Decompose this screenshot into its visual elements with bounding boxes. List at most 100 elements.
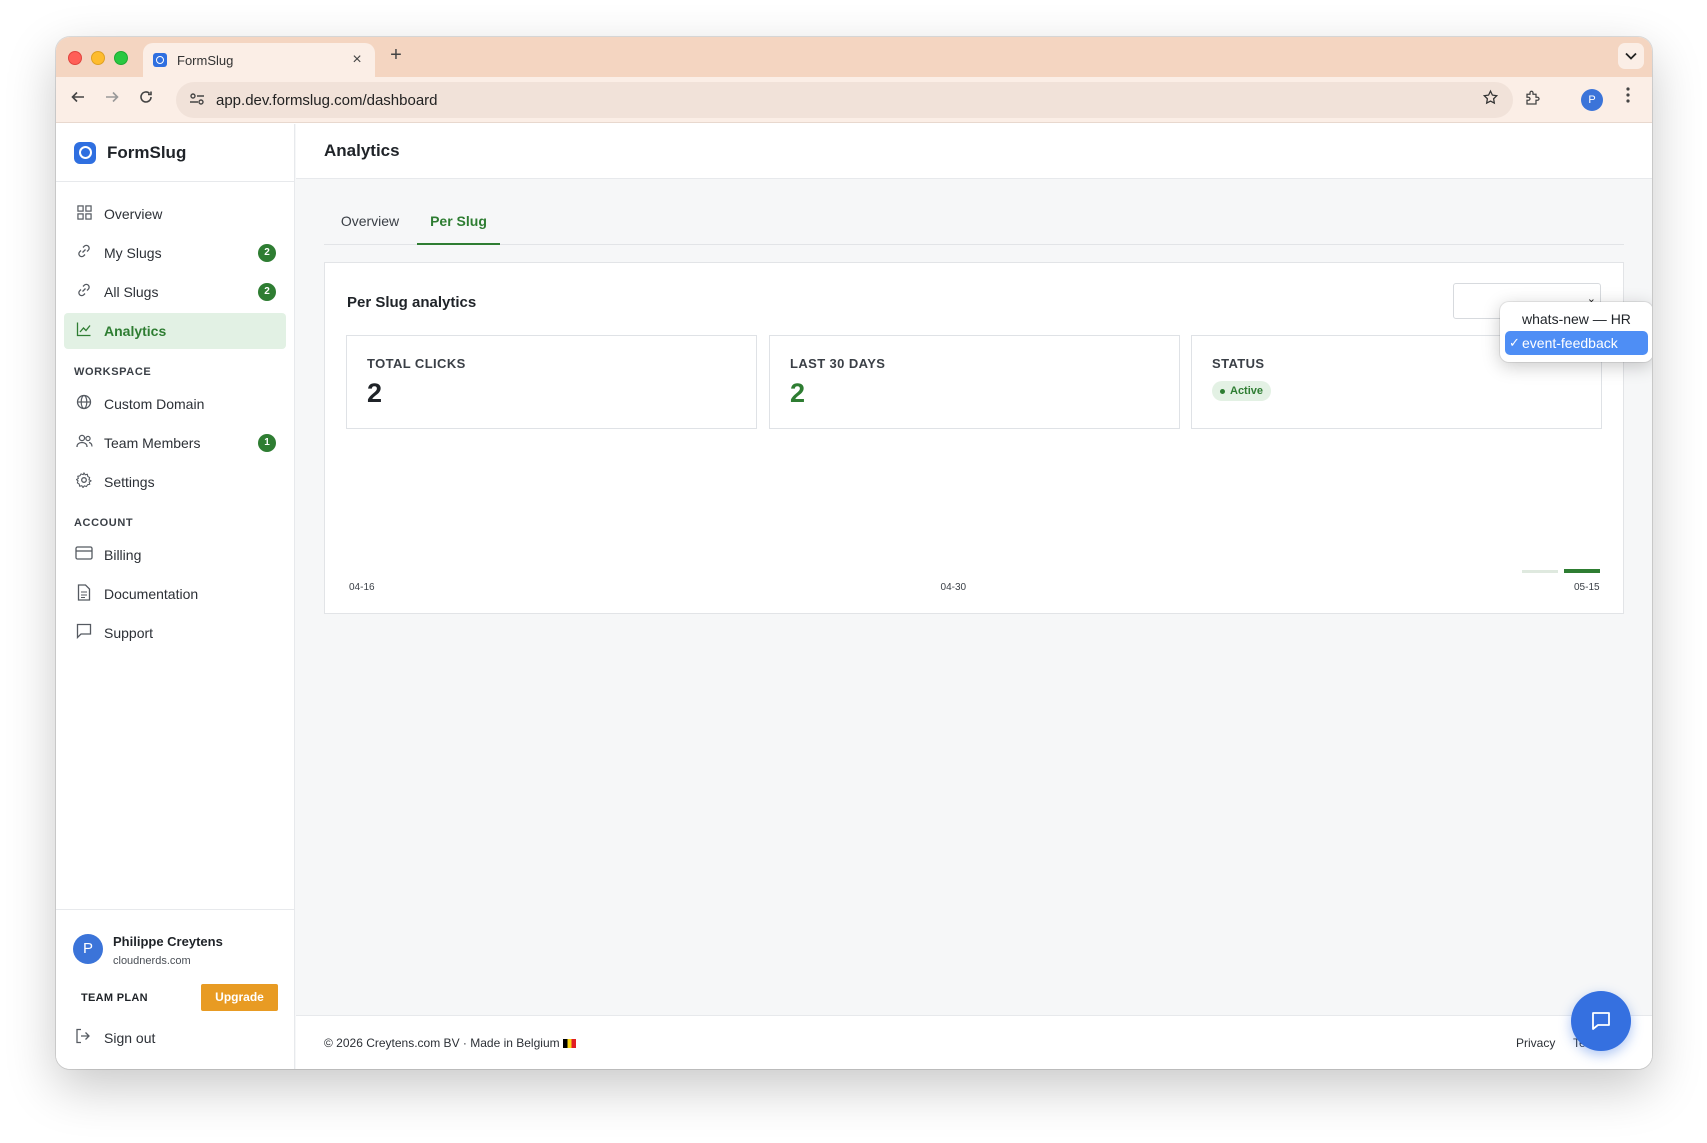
site-settings-icon[interactable] [188, 92, 206, 109]
main-header: Analytics [296, 124, 1652, 179]
analytics-tabs: Overview Per Slug [324, 204, 1624, 245]
total-clicks-card: TOTAL CLICKS 2 [346, 335, 757, 429]
gear-icon [75, 471, 93, 492]
stat-label: TOTAL CLICKS [367, 356, 466, 371]
avatar[interactable]: P [73, 934, 103, 964]
arrow-right-icon [106, 91, 119, 103]
sidebar-item-label: Documentation [104, 586, 199, 602]
back-button[interactable] [66, 88, 90, 112]
x-tick-label: 04-30 [940, 582, 967, 593]
sidebar-item-team-members[interactable]: Team Members 1 [64, 425, 286, 461]
last-30-days-card: LAST 30 DAYS 2 [769, 335, 1180, 429]
browser-menu-icon[interactable] [1626, 87, 1630, 108]
browser-tab[interactable]: FormSlug × [143, 43, 375, 77]
sidebar-item-overview[interactable]: Overview [64, 196, 286, 232]
maximize-window-button[interactable] [114, 51, 128, 65]
sidebar-item-settings[interactable]: Settings [64, 464, 286, 500]
copyright: © 2026 Creytens.com BV · Made in Belgium [324, 1036, 576, 1050]
count-badge: 2 [258, 283, 276, 301]
sidebar-item-label: Custom Domain [104, 396, 205, 412]
workspace-section-label: WORKSPACE [74, 366, 152, 378]
sign-out-icon [75, 1028, 93, 1047]
address-bar[interactable]: app.dev.formslug.com/dashboard [176, 82, 1513, 118]
dropdown-option-selected[interactable]: ✓ event-feedback [1505, 331, 1648, 355]
main-nav: Overview My Slugs 2 All Slugs 2 Analytic… [56, 182, 294, 651]
total-clicks-value: 2 [367, 378, 383, 408]
users-icon [75, 433, 93, 453]
clicks-chart: 04-16 04-30 05-15 [347, 445, 1602, 605]
sidebar-item-label: Support [104, 625, 154, 641]
last-30-days-value: 2 [790, 378, 806, 408]
grid-icon [75, 204, 93, 224]
stat-label: LAST 30 DAYS [790, 356, 886, 371]
brand[interactable]: FormSlug [56, 124, 294, 182]
sidebar-item-label: Team Members [104, 435, 201, 451]
app: FormSlug Overview My Slugs 2 All Slugs 2… [56, 124, 1652, 1069]
sidebar-item-all-slugs[interactable]: All Slugs 2 [64, 274, 286, 310]
account-section-label: ACCOUNT [74, 517, 134, 529]
close-window-button[interactable] [68, 51, 82, 65]
page-footer: © 2026 Creytens.com BV · Made in Belgium… [296, 1015, 1652, 1069]
chart-icon [75, 321, 93, 341]
sidebar-item-my-slugs[interactable]: My Slugs 2 [64, 235, 286, 271]
browser-profile-avatar[interactable]: P [1581, 89, 1603, 111]
card-title: Per Slug analytics [347, 294, 477, 311]
arrow-left-icon [71, 91, 84, 103]
browser-toolbar: app.dev.formslug.com/dashboard P [56, 77, 1652, 123]
stat-label: STATUS [1212, 356, 1265, 371]
status-badge: Active [1212, 381, 1272, 401]
plan-label: TEAM PLAN [81, 992, 148, 1004]
slug-dropdown-menu: whats-new — HR ✓ event-feedback [1500, 302, 1652, 362]
sidebar-item-analytics[interactable]: Analytics [64, 313, 286, 349]
chat-widget-button[interactable] [1571, 991, 1631, 1051]
count-badge: 2 [258, 244, 276, 262]
tab-strip: FormSlug × + [56, 37, 1652, 77]
count-badge: 1 [258, 434, 276, 452]
reload-button[interactable] [134, 88, 158, 112]
upgrade-button[interactable]: Upgrade [201, 984, 278, 1011]
tab-per-slug[interactable]: Per Slug [417, 204, 500, 245]
sign-out-button[interactable]: Sign out [75, 1028, 155, 1047]
sidebar-item-billing[interactable]: Billing [64, 537, 286, 573]
belgium-flag-icon [562, 1039, 576, 1048]
sidebar-item-label: All Slugs [104, 284, 159, 300]
sidebar-item-label: My Slugs [104, 245, 162, 261]
formslug-favicon-icon [153, 53, 167, 67]
brand-name: FormSlug [107, 142, 187, 162]
tab-overview[interactable]: Overview [324, 204, 416, 245]
chart-bar [1564, 569, 1600, 573]
sidebar-item-label: Overview [104, 206, 163, 222]
x-tick-label: 05-15 [1574, 582, 1600, 593]
privacy-link[interactable]: Privacy [1516, 1036, 1555, 1050]
link-icon [75, 243, 93, 263]
sidebar-item-label: Billing [104, 547, 142, 563]
forward-button[interactable] [100, 88, 124, 112]
tab-close-icon[interactable]: × [349, 51, 365, 69]
sidebar-item-custom-domain[interactable]: Custom Domain [64, 386, 286, 422]
tab-search-button[interactable] [1618, 43, 1644, 69]
page-title: Analytics [324, 141, 400, 160]
bookmark-star-icon[interactable] [1482, 89, 1499, 111]
globe-icon [75, 394, 93, 414]
sidebar: FormSlug Overview My Slugs 2 All Slugs 2… [56, 124, 295, 1069]
x-tick-label: 04-16 [349, 582, 375, 593]
dropdown-option-label: event-feedback [1522, 335, 1618, 351]
tab-title: FormSlug [177, 52, 234, 68]
extensions-puzzle-icon[interactable] [1524, 89, 1542, 112]
reload-icon [140, 91, 152, 103]
sidebar-item-label: Analytics [104, 323, 167, 339]
minimize-window-button[interactable] [91, 51, 105, 65]
new-tab-button[interactable]: + [384, 44, 408, 67]
user-org: cloudnerds.com [113, 955, 191, 967]
dropdown-option[interactable]: whats-new — HR [1505, 307, 1648, 331]
browser-window: FormSlug × + app.dev.formslug.com/dashbo… [56, 37, 1652, 1069]
formslug-logo-icon [74, 141, 96, 164]
checkmark-icon: ✓ [1509, 335, 1520, 350]
card-icon [75, 546, 93, 564]
sidebar-item-support[interactable]: Support [64, 615, 286, 651]
link-icon [75, 282, 93, 302]
sidebar-item-label: Settings [104, 474, 155, 490]
sidebar-item-documentation[interactable]: Documentation [64, 576, 286, 612]
url-text: app.dev.formslug.com/dashboard [216, 91, 438, 109]
sign-out-label: Sign out [104, 1029, 156, 1046]
